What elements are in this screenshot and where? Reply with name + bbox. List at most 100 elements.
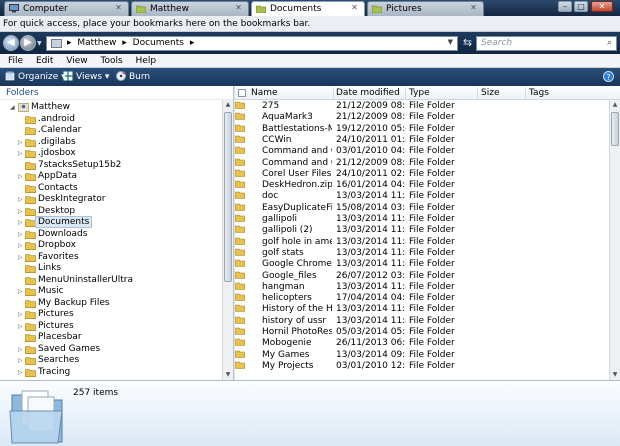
- help-icon[interactable]: ?: [603, 71, 614, 82]
- file-row[interactable]: golf stats 13/03/2014 11:46File Folder: [235, 248, 609, 259]
- scroll-down-icon[interactable]: ▼: [223, 370, 233, 380]
- tree-item[interactable]: MenuUninstallerUltra: [0, 275, 222, 287]
- recent-pages-dropdown[interactable]: ▼: [37, 40, 45, 48]
- column-date-modified[interactable]: Date modified: [336, 88, 400, 98]
- tree-item[interactable]: Placesbar: [0, 332, 222, 344]
- expand-arrow-icon[interactable]: ▷: [18, 197, 24, 203]
- expand-arrow-icon[interactable]: ▷: [18, 243, 24, 249]
- file-row[interactable]: CCWin 24/10/2011 01:42File Folder: [235, 135, 609, 146]
- file-row[interactable]: AquaMark3 21/12/2009 08:59File Folder: [235, 112, 609, 123]
- breadcrumb-documents[interactable]: Documents: [133, 38, 184, 48]
- expand-arrow-icon[interactable]: ▷: [18, 289, 24, 295]
- tree-item[interactable]: ▷ AppData: [0, 171, 222, 183]
- forward-button[interactable]: ▶: [20, 35, 36, 51]
- menu-edit[interactable]: Edit: [36, 56, 53, 66]
- file-row[interactable]: gallipoli 13/03/2014 11:48File Folder: [235, 214, 609, 225]
- tab-computer[interactable]: Computer ✕: [4, 1, 129, 16]
- address-field[interactable]: ▸ Matthew ▸ Documents ▸ ▼: [46, 36, 458, 51]
- file-row[interactable]: Google_files 26/07/2012 03:31File Folder: [235, 271, 609, 282]
- column-name[interactable]: Name: [251, 88, 278, 98]
- organize-button[interactable]: Organize ▾: [5, 71, 66, 82]
- select-all-checkbox[interactable]: [238, 89, 246, 97]
- tree-item[interactable]: ▷ .digilabs: [0, 137, 222, 149]
- close-window-button[interactable]: ✕: [591, 1, 613, 12]
- tree-item-root[interactable]: ◢ Matthew: [0, 102, 222, 114]
- file-row[interactable]: doc 13/03/2014 11:51File Folder: [235, 191, 609, 202]
- expand-arrow-icon[interactable]: ▷: [18, 231, 24, 238]
- tree-item[interactable]: ▷ Documents: [0, 216, 222, 229]
- file-row[interactable]: DeskHedron.zip 16/01/2014 04:31File Folde…: [235, 180, 609, 191]
- file-row[interactable]: Google Chrome bro... 13/03/2014 11:46File…: [235, 259, 609, 270]
- tree-item[interactable]: ▷ Pictures: [0, 309, 222, 321]
- expand-arrow-icon[interactable]: ▷: [18, 312, 24, 318]
- tree-item[interactable]: My Backup Files: [0, 298, 222, 310]
- chevron-down-icon[interactable]: ▼: [448, 38, 453, 46]
- file-row[interactable]: Mobogenie 26/11/2013 06:09File Folder: [235, 338, 609, 349]
- file-row[interactable]: Command and Con... 03/01/2010 04:49File F…: [235, 146, 609, 157]
- expand-arrow-icon[interactable]: ▷: [18, 174, 24, 180]
- tree-item[interactable]: Links: [0, 263, 222, 275]
- close-icon[interactable]: ✕: [349, 3, 360, 13]
- expand-arrow-icon[interactable]: ▷: [18, 208, 24, 215]
- tree-item[interactable]: ▷ Searches: [0, 355, 222, 367]
- close-icon[interactable]: ✕: [113, 3, 124, 13]
- burn-button[interactable]: Burn: [116, 71, 150, 82]
- tree-item[interactable]: ▷ Pictures: [0, 321, 222, 333]
- menu-help[interactable]: Help: [136, 56, 157, 66]
- tree-item[interactable]: .android: [0, 114, 222, 126]
- tree-item[interactable]: ▷ Dropbox: [0, 240, 222, 252]
- expand-arrow-icon[interactable]: ▷: [18, 358, 24, 364]
- expand-arrow-icon[interactable]: ▷: [18, 323, 24, 330]
- scroll-up-icon[interactable]: ▲: [610, 100, 620, 110]
- collapse-arrow-icon[interactable]: ◢: [10, 105, 16, 111]
- file-row[interactable]: Corel User Files 24/10/2011 02:37File Fol…: [235, 169, 609, 180]
- tree-item[interactable]: Contacts: [0, 183, 222, 195]
- tree-item[interactable]: .Calendar: [0, 125, 222, 137]
- tree-item[interactable]: 7stacksSetup15b2: [0, 160, 222, 172]
- folders-scrollbar[interactable]: ▲ ▼: [222, 100, 233, 380]
- file-row[interactable]: helicopters 17/04/2014 04:30File Folder: [235, 293, 609, 304]
- scroll-up-icon[interactable]: ▲: [223, 100, 233, 110]
- expand-arrow-icon[interactable]: ▷: [18, 369, 24, 376]
- expand-arrow-icon[interactable]: ▷: [18, 220, 24, 226]
- expand-arrow-icon[interactable]: ▷: [18, 139, 24, 146]
- file-row[interactable]: Hornil PhotoResizer 05/03/2014 05:16File …: [235, 327, 609, 338]
- column-divider[interactable]: [525, 87, 526, 99]
- tab-documents[interactable]: Documents ✕: [251, 1, 365, 16]
- tab-pictures[interactable]: Pictures ✕: [367, 1, 484, 16]
- minimize-button[interactable]: –: [558, 1, 572, 12]
- breadcrumb-separator[interactable]: ▸: [190, 38, 195, 48]
- back-button[interactable]: ◀: [3, 35, 19, 51]
- expand-arrow-icon[interactable]: ▷: [18, 151, 24, 157]
- file-row[interactable]: History of the Half-... 13/03/2014 11:50F…: [235, 304, 609, 315]
- tree-item[interactable]: ▷ Downloads: [0, 229, 222, 241]
- column-size[interactable]: Size: [481, 88, 499, 98]
- tree-item[interactable]: ▷ Favorites: [0, 252, 222, 264]
- scroll-down-icon[interactable]: ▼: [610, 370, 620, 380]
- menu-file[interactable]: File: [8, 56, 23, 66]
- search-icon[interactable]: ⌕: [607, 38, 612, 48]
- breadcrumb-separator[interactable]: ▸: [67, 38, 72, 48]
- file-row[interactable]: Battlestations-Mid... 19/12/2010 05:46Fil…: [235, 124, 609, 135]
- expand-arrow-icon[interactable]: ▷: [18, 346, 24, 353]
- views-button[interactable]: Views ▾: [63, 71, 109, 82]
- file-row[interactable]: hangman 13/03/2014 11:47File Folder: [235, 282, 609, 293]
- file-row[interactable]: Command and Con... 21/12/2009 08:59File F…: [235, 158, 609, 169]
- column-type[interactable]: Type: [409, 88, 430, 98]
- tree-item[interactable]: ▷ Desktop: [0, 206, 222, 218]
- tree-item[interactable]: ▷ .jdosbox: [0, 148, 222, 160]
- column-divider[interactable]: [333, 87, 334, 99]
- file-row[interactable]: My Games 13/03/2014 09:23File Folder: [235, 350, 609, 361]
- scrollbar-thumb[interactable]: [224, 112, 232, 282]
- column-tags[interactable]: Tags: [529, 88, 549, 98]
- scrollbar-thumb[interactable]: [611, 112, 619, 146]
- file-row[interactable]: history of ussr 13/03/2014 11:47File Fold…: [235, 316, 609, 327]
- close-icon[interactable]: ✕: [468, 3, 479, 13]
- search-input[interactable]: Search ⌕: [476, 36, 617, 51]
- file-row[interactable]: 275 21/12/2009 08:59File Folder: [235, 101, 609, 112]
- file-list-scrollbar[interactable]: ▲ ▼: [609, 100, 620, 380]
- column-divider[interactable]: [477, 87, 478, 99]
- close-icon[interactable]: ✕: [233, 3, 244, 13]
- tree-item[interactable]: ▷ Tracing: [0, 367, 222, 379]
- tree-item[interactable]: ▷ DeskIntegrator: [0, 194, 222, 206]
